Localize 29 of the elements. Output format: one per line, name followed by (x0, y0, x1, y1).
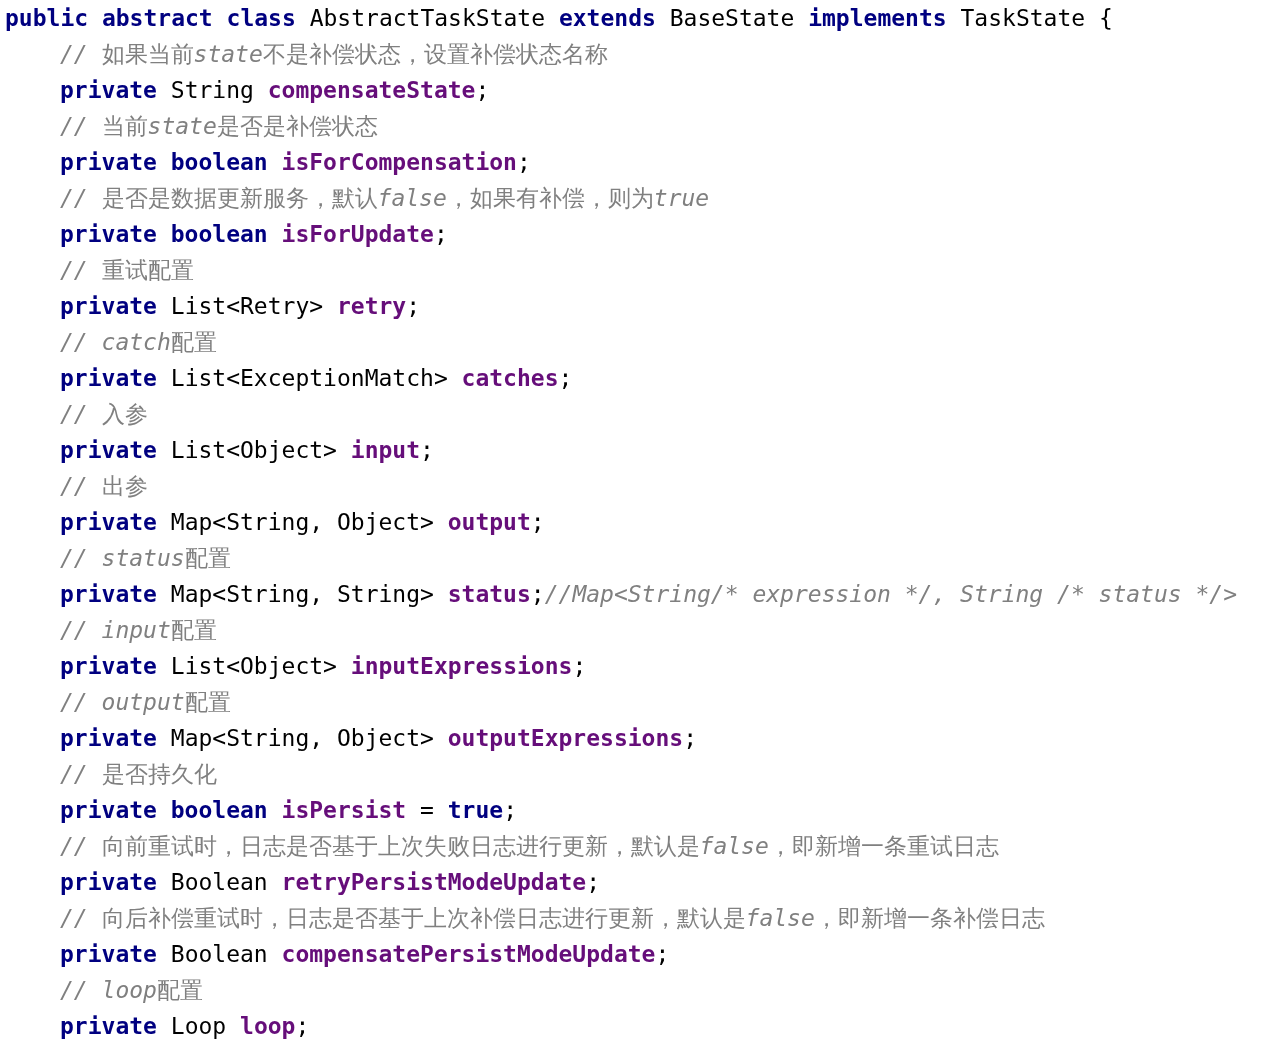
code-line: public abstract class AbstractTaskState extends BaseState implements TaskState { (5, 4, 1113, 33)
code-line: private Boolean retryPersistModeUpdate; (60, 868, 601, 897)
code-line: private List<Retry> retry; (60, 292, 421, 321)
code-line: private boolean isPersist = true; (60, 796, 517, 825)
code-line: private List<ExceptionMatch> catches; (60, 364, 573, 393)
code-comment: // 是否持久化 (60, 760, 217, 789)
code-line: private List<Object> input; (60, 436, 434, 465)
code-comment: // 重试配置 (60, 256, 194, 285)
code-comment: // output配置 (60, 688, 231, 717)
code-line: private Loop loop; (60, 1012, 310, 1041)
code-comment: // 入参 (60, 400, 148, 429)
code-line: private List<Object> inputExpressions; (60, 652, 587, 681)
code-comment: // status配置 (60, 544, 231, 573)
code-comment: // 如果当前state不是补偿状态，设置补偿状态名称 (60, 40, 608, 69)
code-comment: // 当前state是否是补偿状态 (60, 112, 378, 141)
code-comment: // 出参 (60, 472, 148, 501)
code-line: private Boolean compensatePersistModeUpdate; (60, 940, 670, 969)
code-line: private String compensateState; (60, 76, 490, 105)
code-comment: // loop配置 (60, 976, 203, 1005)
code-comment: // 是否是数据更新服务，默认false，如果有补偿，则为true (60, 184, 710, 213)
code-comment: // 向后补偿重试时，日志是否基于上次补偿日志进行更新，默认是false，即新增一条补偿日志 (60, 904, 1045, 933)
code-line: private boolean isForUpdate; (60, 220, 448, 249)
code-comment: // 向前重试时，日志是否基于上次失败日志进行更新，默认是false，即新增一条重试日志 (60, 832, 999, 861)
code-comment: // input配置 (60, 616, 217, 645)
code-line: private Map<String, Object> output; (60, 508, 545, 537)
code-line: private Map<String, String> status;//Map<String/* expression */, String /* status */> (60, 580, 1238, 609)
code-line: private boolean isForCompensation; (60, 148, 531, 177)
code-comment: // catch配置 (60, 328, 217, 357)
code-line: private Map<String, Object> outputExpressions; (60, 724, 697, 753)
